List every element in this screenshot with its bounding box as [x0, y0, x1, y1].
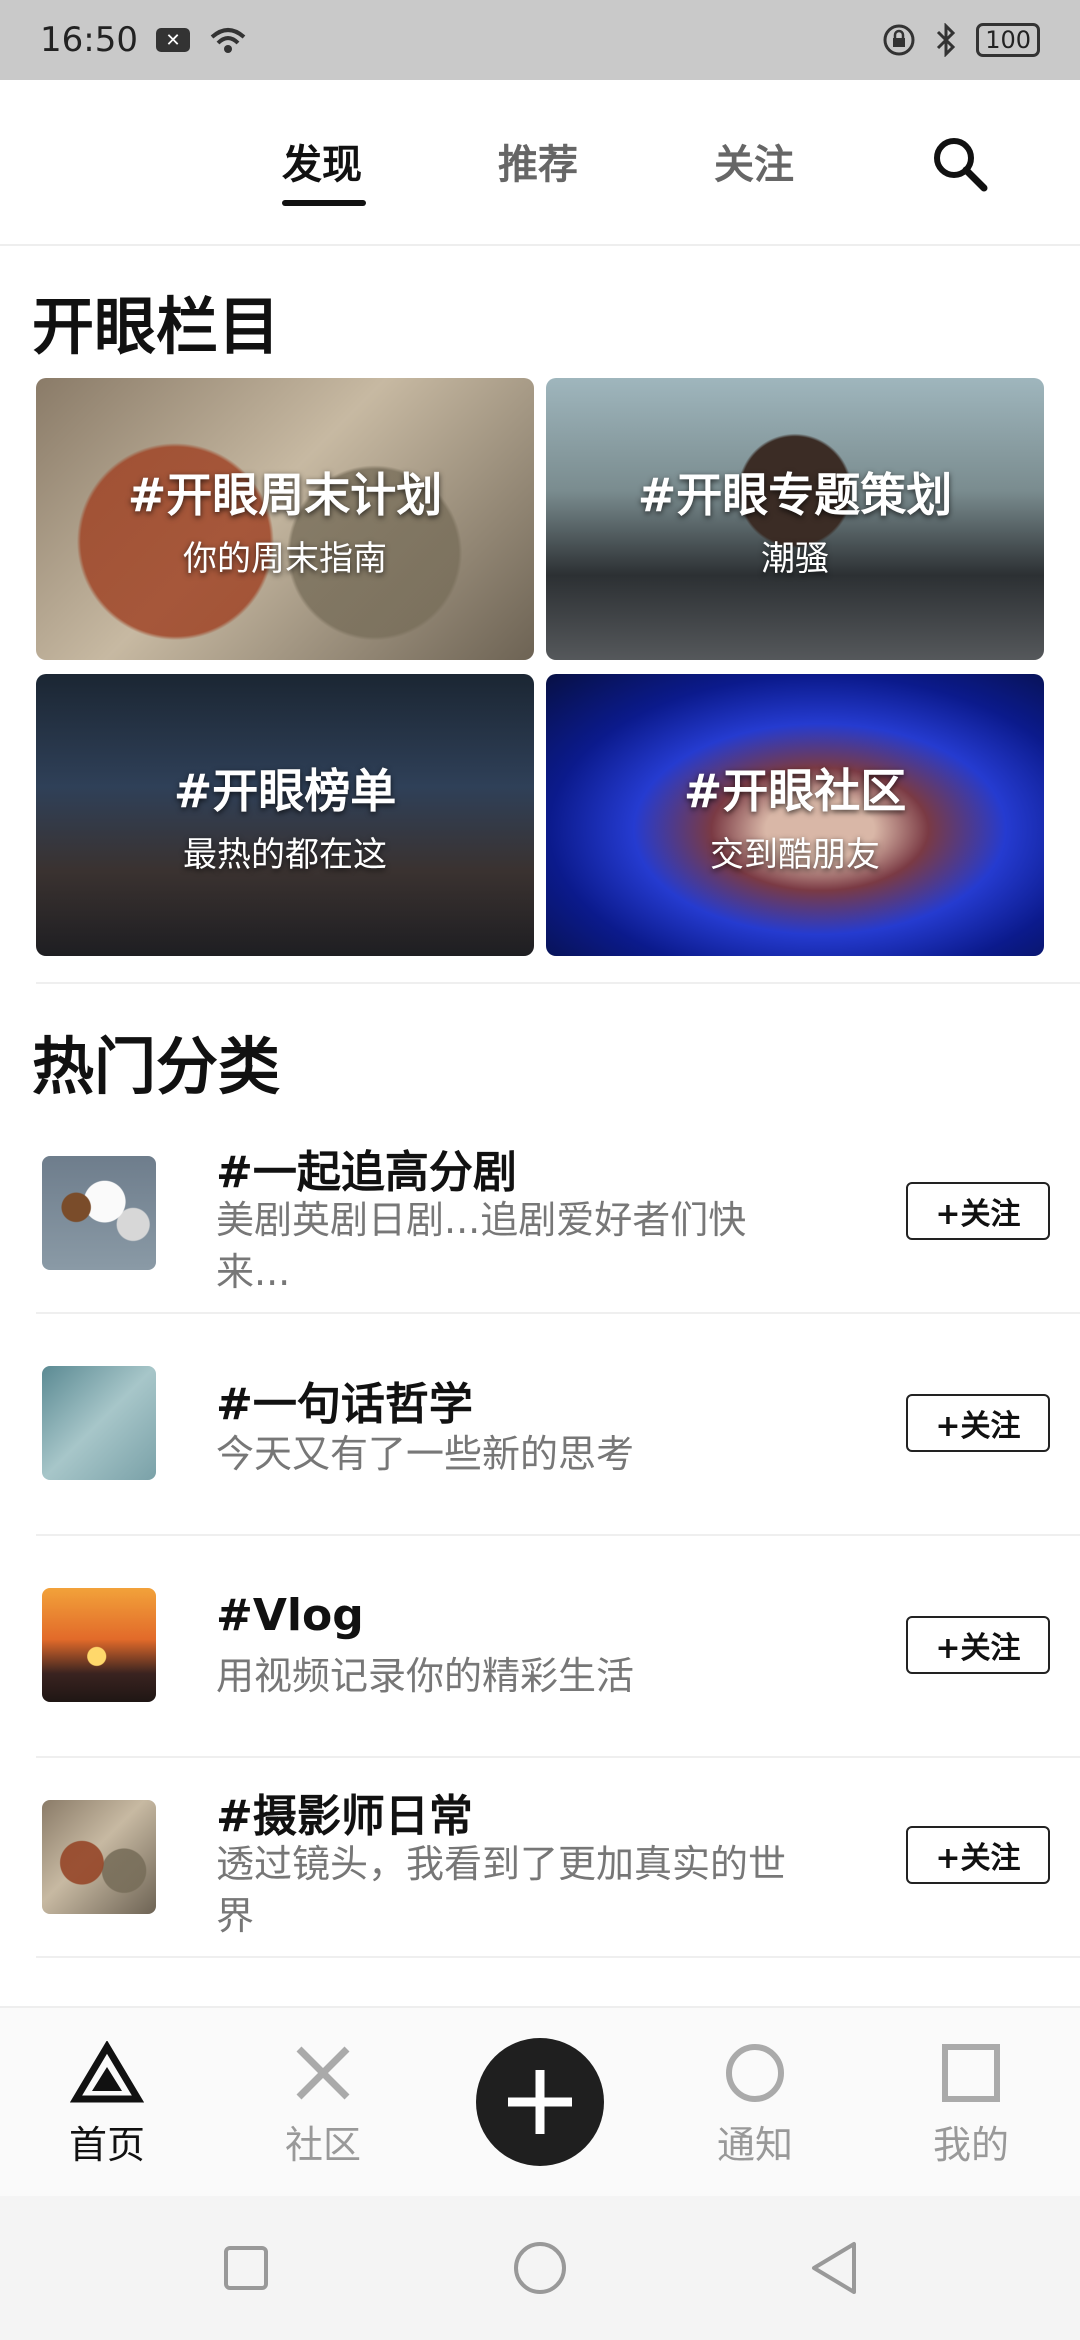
status-bar: 16:50 ✕ 100: [0, 0, 1080, 80]
category-row[interactable]: #一句话哲学 今天又有了一些新的思考 +关注: [0, 1312, 1080, 1534]
category-description: 透过镜头，我看到了更加真实的世界: [216, 1842, 787, 1938]
category-thumbnail: [42, 1366, 156, 1480]
bottom-tab-label: 首页: [68, 2123, 145, 2167]
category-description: 美剧英剧日剧...追剧爱好者们快来...: [216, 1198, 747, 1294]
cross-icon: [296, 2046, 350, 2100]
create-post-button[interactable]: [476, 2038, 604, 2166]
square-icon[interactable]: [216, 2238, 276, 2298]
section-title-columns: 开眼栏目: [32, 290, 281, 363]
card-subtitle: 你的周末指南: [183, 538, 387, 579]
section-title-hot: 热门分类: [32, 1030, 281, 1103]
lock-rotation-icon: [883, 24, 915, 56]
search-icon[interactable]: [930, 134, 990, 194]
category-thumbnail: [42, 1156, 156, 1270]
triangle-icon: [70, 2041, 144, 2103]
category-thumbnail: [42, 1588, 156, 1702]
circle-icon: [726, 2044, 784, 2102]
plus-icon: [508, 2070, 572, 2134]
category-thumbnail: [42, 1800, 156, 1914]
back-triangle-icon[interactable]: [804, 2238, 864, 2298]
bottom-tab-profile[interactable]: 我的: [896, 2038, 1046, 2169]
active-tab-indicator: [282, 200, 366, 206]
category-title: #一起追高分剧: [216, 1147, 517, 1198]
status-right: 100: [882, 23, 1040, 57]
notification-icon: ✕: [155, 28, 190, 52]
battery-indicator: 100: [976, 23, 1040, 57]
bottom-nav: 首页 社区 通知 我的: [0, 2006, 1080, 2196]
category-row[interactable]: #一起追高分剧 美剧英剧日剧...追剧爱好者们快来... +关注: [0, 1130, 1080, 1312]
card-title: #开眼榜单: [173, 763, 397, 818]
clock: 16:50: [40, 20, 138, 60]
column-card-weekend[interactable]: #开眼周末计划 你的周末指南: [36, 378, 534, 660]
bottom-tab-label: 通知: [716, 2123, 793, 2167]
bottom-tab-label: 社区: [284, 2123, 361, 2167]
bottom-tab-home[interactable]: 首页: [32, 2038, 182, 2169]
category-row[interactable]: #Vlog 用视频记录你的精彩生活 +关注: [0, 1534, 1080, 1756]
bottom-tab-notifications[interactable]: 通知: [680, 2038, 830, 2169]
card-title: #开眼周末计划: [127, 467, 443, 522]
category-description: 用视频记录你的精彩生活: [216, 1654, 635, 1698]
bottom-tab-community[interactable]: 社区: [248, 2038, 398, 2169]
status-left: 16:50 ✕: [40, 20, 248, 60]
wifi-icon: [210, 28, 246, 53]
divider: [36, 1956, 1080, 1958]
top-nav: 发现 推荐 关注: [0, 80, 1080, 246]
category-row[interactable]: #摄影师日常 透过镜头，我看到了更加真实的世界 +关注: [0, 1756, 1080, 1956]
circle-icon[interactable]: [510, 2238, 570, 2298]
bluetooth-icon: [937, 23, 956, 57]
card-title: #开眼专题策划: [637, 467, 953, 522]
category-description: 今天又有了一些新的思考: [216, 1432, 635, 1476]
tab-recommend[interactable]: 推荐: [498, 132, 578, 190]
follow-button[interactable]: +关注: [906, 1182, 1050, 1240]
category-title: #Vlog: [216, 1590, 364, 1641]
card-subtitle: 交到酷朋友: [710, 834, 880, 875]
system-nav-bar: [0, 2196, 1080, 2340]
divider: [36, 982, 1080, 984]
category-title: #摄影师日常: [216, 1791, 473, 1842]
category-title: #一句话哲学: [216, 1379, 473, 1430]
follow-button[interactable]: +关注: [906, 1394, 1050, 1452]
column-card-ranking[interactable]: #开眼榜单 最热的都在这: [36, 674, 534, 956]
card-subtitle: 最热的都在这: [183, 834, 387, 875]
square-icon: [942, 2044, 1000, 2102]
card-title: #开眼社区: [683, 763, 907, 818]
column-card-special[interactable]: #开眼专题策划 潮骚: [546, 378, 1044, 660]
card-subtitle: 潮骚: [761, 538, 829, 579]
column-card-community[interactable]: #开眼社区 交到酷朋友: [546, 674, 1044, 956]
follow-button[interactable]: +关注: [906, 1616, 1050, 1674]
tab-following[interactable]: 关注: [714, 132, 794, 190]
bottom-tab-label: 我的: [932, 2123, 1009, 2167]
tab-discover[interactable]: 发现: [282, 132, 362, 190]
follow-button[interactable]: +关注: [906, 1826, 1050, 1884]
